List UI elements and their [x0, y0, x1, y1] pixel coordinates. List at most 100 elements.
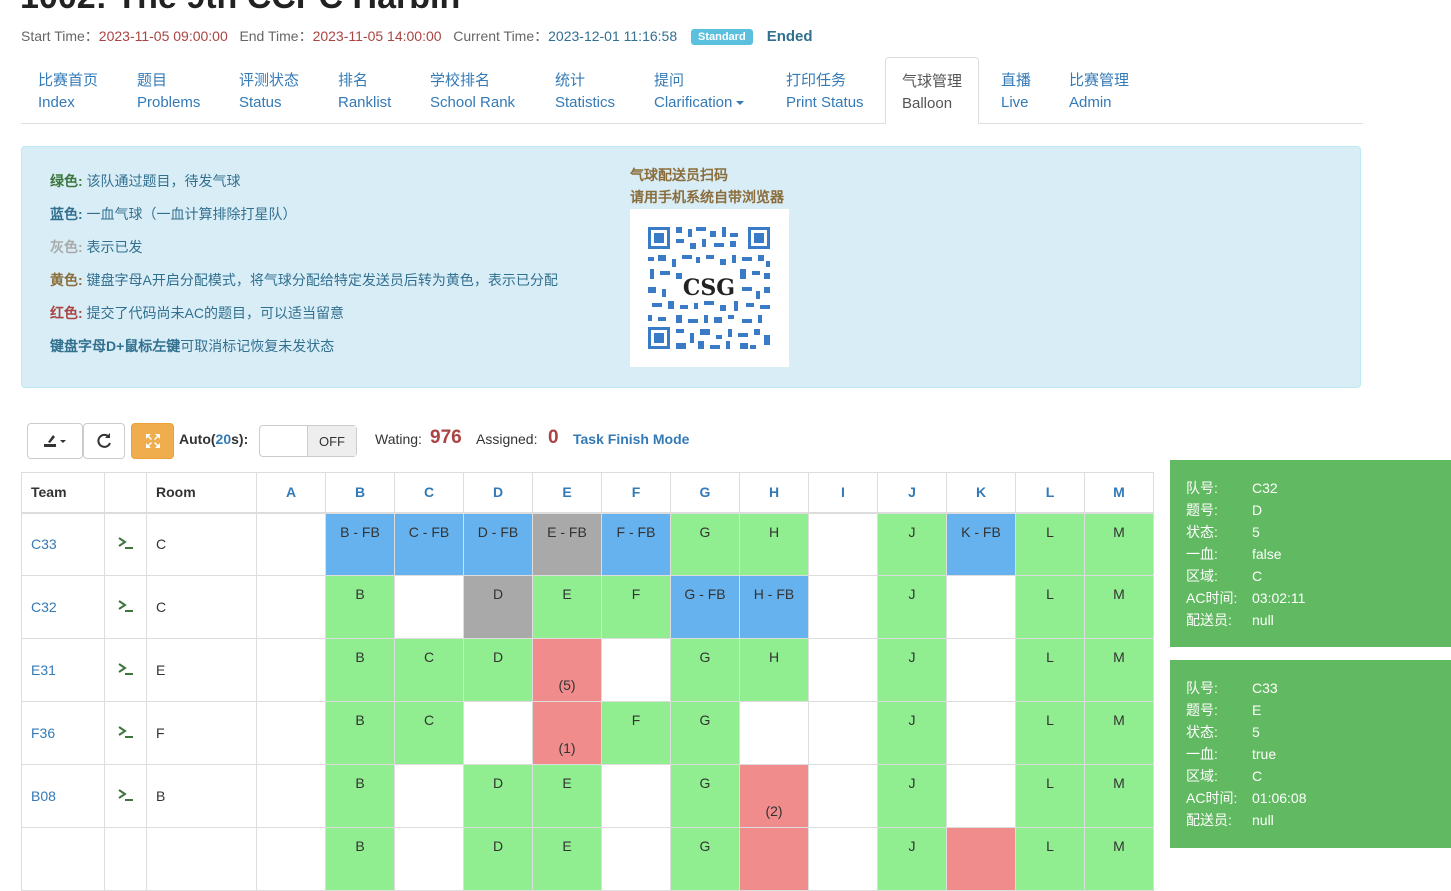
tab-admin[interactable]: 比赛管理 Admin [1069, 57, 1129, 123]
balloon-cell-f[interactable]: F [601, 575, 671, 639]
toggle-off-label: OFF [307, 426, 356, 456]
balloon-cell-b[interactable]: B [325, 827, 395, 891]
team-id-link[interactable]: C33 [21, 512, 105, 576]
header-problem-i[interactable]: I [808, 472, 878, 514]
tab-clarification[interactable]: 提问 Clarification [654, 57, 745, 123]
team-id-link[interactable]: F36 [21, 701, 105, 765]
tab-statistics[interactable]: 统计 Statistics [555, 57, 615, 123]
balloon-cell-m[interactable]: M [1084, 638, 1154, 702]
balloon-cell-h[interactable]: (2) [739, 764, 809, 828]
balloon-cell-g[interactable]: G [670, 701, 740, 765]
tab-school-rank[interactable]: 学校排名 School Rank [430, 57, 515, 123]
balloon-cell-l[interactable]: L [1015, 575, 1085, 639]
balloon-cell-j[interactable]: J [877, 827, 947, 891]
balloon-cell-l[interactable]: L [1015, 638, 1085, 702]
balloon-cell-g[interactable]: G - FB [670, 575, 740, 639]
task-finish-mode-link[interactable]: Task Finish Mode [573, 431, 689, 447]
tab-status[interactable]: 评测状态 Status [239, 57, 299, 123]
balloon-cell-d[interactable]: D [463, 575, 533, 639]
balloon-detail-popup[interactable]: 队号: C33 题号: E 状态: 5 一血: true 区域: C AC时间: 01:06:08 配送… [1170, 660, 1451, 848]
balloon-cell-e[interactable]: E [532, 827, 602, 891]
balloon-cell-b[interactable]: B [325, 764, 395, 828]
terminal-icon[interactable] [117, 788, 134, 805]
balloon-cell-j[interactable]: J [877, 701, 947, 765]
header-problem-j[interactable]: J [877, 472, 947, 514]
tab-index-en: Index [38, 94, 75, 111]
balloon-cell-j[interactable]: J [877, 764, 947, 828]
balloon-cell-d[interactable]: D [463, 827, 533, 891]
header-room[interactable]: Room [146, 472, 257, 514]
balloon-cell-m[interactable]: M [1084, 512, 1154, 576]
balloon-cell-c[interactable]: C - FB [394, 512, 464, 576]
balloon-cell-j[interactable]: J [877, 638, 947, 702]
terminal-icon[interactable] [117, 662, 134, 679]
balloon-cell-e[interactable]: E - FB [532, 512, 602, 576]
tab-balloon[interactable]: 气球管理 Balloon [885, 57, 980, 124]
balloon-cell-j[interactable]: J [877, 512, 947, 576]
balloon-cell-b[interactable]: B [325, 701, 395, 765]
balloon-cell-e[interactable]: (5) [532, 638, 602, 702]
balloon-cell-d[interactable]: D - FB [463, 512, 533, 576]
balloon-cell-h[interactable] [739, 827, 809, 891]
team-id-link[interactable] [21, 827, 105, 891]
balloon-cell-m[interactable]: M [1084, 764, 1154, 828]
header-problem-g[interactable]: G [670, 472, 740, 514]
balloon-cell-k[interactable] [946, 827, 1016, 891]
balloon-cell-g[interactable]: G [670, 827, 740, 891]
balloon-cell-c[interactable]: C [394, 701, 464, 765]
balloon-cell-e[interactable]: E [532, 764, 602, 828]
balloon-cell-h[interactable]: H [739, 512, 809, 576]
balloon-cell-j[interactable]: J [877, 575, 947, 639]
tab-index[interactable]: 比赛首页 Index [38, 57, 98, 123]
tab-problems[interactable]: 题目 Problems [137, 57, 200, 123]
fullscreen-button[interactable] [131, 423, 174, 459]
balloon-cell-m[interactable]: M [1084, 575, 1154, 639]
team-id-link[interactable]: E31 [21, 638, 105, 702]
tab-print-status[interactable]: 打印任务 Print Status [786, 57, 864, 123]
balloon-cell-f[interactable]: F [601, 701, 671, 765]
header-problem-f[interactable]: F [601, 472, 671, 514]
balloon-cell-e[interactable]: (1) [532, 701, 602, 765]
balloon-cell-l[interactable]: L [1015, 512, 1085, 576]
balloon-cell-m[interactable]: M [1084, 827, 1154, 891]
export-dropdown-button[interactable] [27, 423, 83, 459]
header-problem-h[interactable]: H [739, 472, 809, 514]
balloon-cell-l[interactable]: L [1015, 701, 1085, 765]
terminal-icon[interactable] [117, 599, 134, 616]
balloon-cell-k[interactable]: K - FB [946, 512, 1016, 576]
header-problem-k[interactable]: K [946, 472, 1016, 514]
balloon-cell-g[interactable]: G [670, 638, 740, 702]
balloon-cell-f[interactable]: F - FB [601, 512, 671, 576]
balloon-cell-e[interactable]: E [532, 575, 602, 639]
team-id-link[interactable]: C32 [21, 575, 105, 639]
refresh-button[interactable] [83, 423, 125, 459]
balloon-cell-g[interactable]: G [670, 512, 740, 576]
balloon-cell-b[interactable]: B [325, 575, 395, 639]
balloon-cell-l[interactable]: L [1015, 764, 1085, 828]
header-problem-l[interactable]: L [1015, 472, 1085, 514]
terminal-icon[interactable] [117, 536, 134, 553]
balloon-cell-m[interactable]: M [1084, 701, 1154, 765]
balloon-cell-h[interactable]: H - FB [739, 575, 809, 639]
header-team[interactable]: Team [21, 472, 105, 514]
header-problem-c[interactable]: C [394, 472, 464, 514]
header-problem-d[interactable]: D [463, 472, 533, 514]
terminal-icon[interactable] [117, 725, 134, 742]
tab-live[interactable]: 直播 Live [1001, 57, 1031, 123]
balloon-cell-d[interactable]: D [463, 764, 533, 828]
header-problem-m[interactable]: M [1084, 472, 1154, 514]
balloon-cell-h[interactable]: H [739, 638, 809, 702]
header-problem-a[interactable]: A [256, 472, 326, 514]
balloon-cell-c[interactable]: C [394, 638, 464, 702]
balloon-cell-l[interactable]: L [1015, 827, 1085, 891]
auto-refresh-toggle[interactable]: OFF [259, 425, 357, 457]
balloon-cell-b[interactable]: B - FB [325, 512, 395, 576]
balloon-cell-b[interactable]: B [325, 638, 395, 702]
balloon-cell-d[interactable]: D [463, 638, 533, 702]
balloon-cell-g[interactable]: G [670, 764, 740, 828]
header-problem-e[interactable]: E [532, 472, 602, 514]
header-problem-b[interactable]: B [325, 472, 395, 514]
tab-ranklist[interactable]: 排名 Ranklist [338, 57, 391, 123]
team-id-link[interactable]: B08 [21, 764, 105, 828]
balloon-detail-popup[interactable]: 队号: C32 题号: D 状态: 5 一血: false 区域: C AC时间: 03:02:11 配… [1170, 460, 1451, 647]
